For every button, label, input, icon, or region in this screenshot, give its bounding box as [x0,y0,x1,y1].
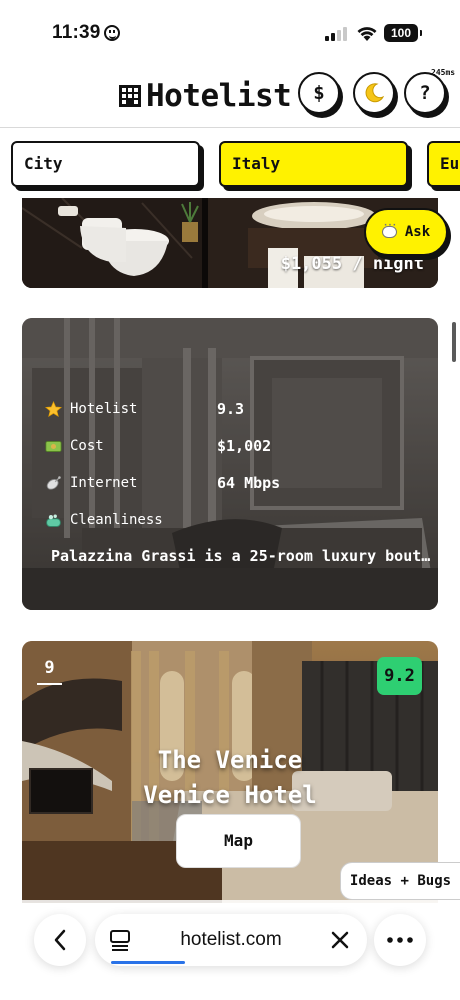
back-button[interactable] [34,914,86,966]
ask-button[interactable]: Ask [364,208,448,256]
stat-row-cost: Cost $1,002 [44,435,424,472]
currency-button[interactable]: $ [298,72,340,114]
stat-label: Hotelist [70,401,138,417]
url-text: hotelist.com [180,929,282,950]
stat-label: Cost [70,438,104,454]
app-header: Hotelist $ ? [0,62,460,128]
ideas-bugs-button[interactable]: Ideas + Bugs [340,862,460,900]
stat-row-cleanliness: Cleanliness [44,509,424,546]
status-time: 11:39 [52,22,101,43]
wifi-icon [357,27,377,41]
stat-value: 9.3 [217,400,245,418]
stat-row-internet: Internet 64 Mbps [44,472,424,509]
signal-icon [325,27,347,41]
status-bar: 11:39 100 [0,0,460,62]
chevron-left-icon [54,929,66,951]
logo-text: Hotelist [146,78,292,114]
stat-row-hotelist: Hotelist 9.3 [44,398,424,435]
filter-chip-europe[interactable]: Eu [427,141,460,187]
map-button[interactable]: Map [176,814,301,868]
hotelist-logo[interactable]: Hotelist [118,78,292,114]
ask-label: Ask [404,224,431,240]
latency-badge: 245ms [431,68,456,77]
address-bar[interactable]: hotelist.com [95,914,367,966]
close-icon[interactable] [331,931,349,949]
theme-toggle-button[interactable] [353,72,395,114]
building-grid-icon [119,85,141,107]
more-dots-icon [387,937,413,943]
stat-label: Internet [70,475,138,491]
hotel-name-line2: Venice Hotel [143,781,317,809]
hotel-name: The Venice Venice Hotel [22,743,438,813]
hotel-description: Palazzina Grassi is a 25-room luxury bou… [51,547,431,565]
moon-icon [365,83,385,103]
star-icon [44,400,62,418]
speech-bubble-icon [381,221,397,238]
question-icon: ? [419,82,431,104]
page-load-progress [111,961,185,964]
scrollbar[interactable] [452,322,456,362]
dollar-icon: $ [313,82,325,104]
filter-bar: City Italy Eu [0,138,460,194]
battery-indicator: 100 [384,24,422,42]
help-button[interactable]: ? [404,72,446,114]
stat-value: $1,002 [217,437,272,455]
hotel-stats: Hotelist 9.3 Cost $1,002 Internet 64 Mbp… [44,398,424,546]
focus-smiley-icon [104,25,120,41]
nightly-price: $1,055 / night [280,254,424,274]
stat-value: 64 Mbps [217,474,281,492]
satellite-icon [44,474,62,492]
hotel-card-stats[interactable]: Hotelist 9.3 Cost $1,002 Internet 64 Mbp… [22,318,438,610]
hotel-name-line1: The Venice [157,746,303,774]
hotel-rank: 9 [37,658,62,685]
hotel-score-badge: 9.2 [377,657,422,695]
filter-chip-city[interactable]: City [11,141,200,187]
soap-icon [44,511,62,529]
browser-toolbar: hotelist.com [0,900,460,1000]
filter-chip-italy[interactable]: Italy [219,141,408,187]
money-icon [44,437,62,455]
stat-label: Cleanliness [70,512,163,528]
more-button[interactable] [374,914,426,966]
